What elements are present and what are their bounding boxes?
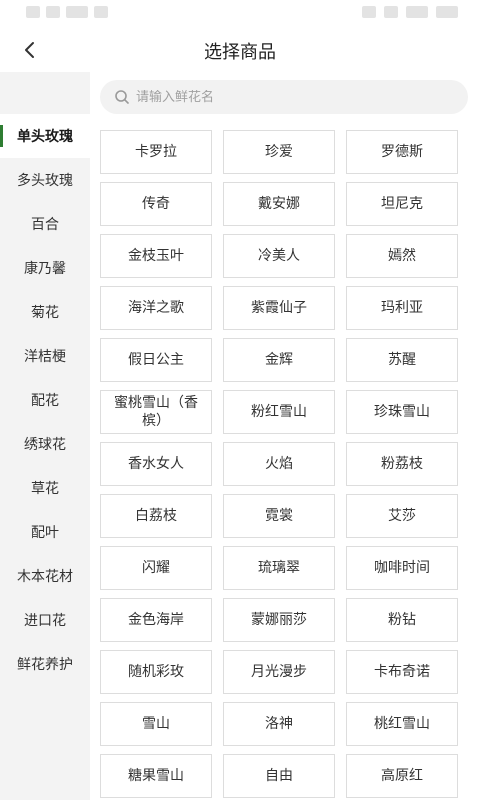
product-item[interactable]: 粉荔枝 xyxy=(346,442,458,486)
product-item[interactable]: 糖果雪山 xyxy=(100,754,212,798)
product-item[interactable]: 霓裳 xyxy=(223,494,335,538)
product-item[interactable]: 坦尼克 xyxy=(346,182,458,226)
product-item[interactable]: 蒙娜丽莎 xyxy=(223,598,335,642)
notification-icon xyxy=(362,6,376,18)
product-item[interactable]: 闪耀 xyxy=(100,546,212,590)
screen: 选择商品 单头玫瑰 多头玫瑰 百合 康乃馨 菊花 洋桔梗 配花 绣球花 草花 配叶 木本花材 进口花鲜… xyxy=(0,0,480,800)
product-item[interactable]: 传奇 xyxy=(100,182,212,226)
product-item[interactable]: 珍爱 xyxy=(223,130,335,174)
search-input[interactable] xyxy=(136,89,436,105)
product-item[interactable]: 粉红雪山 xyxy=(223,390,335,434)
sidebar-item[interactable]: 菊花 xyxy=(0,290,90,334)
product-panel: 卡罗拉珍爱罗德斯传奇戴安娜坦尼克金枝玉叶冷美人嫣然海洋之歌紫霞仙子玛利亚假日公主… xyxy=(90,72,480,800)
product-item[interactable]: 苏醒 xyxy=(346,338,458,382)
sidebar-item[interactable]: 百合 xyxy=(0,202,90,246)
product-grid: 卡罗拉 珍爱 罗德斯传奇 戴安娜 坦尼克金枝玉叶 冷美人 嫣然海洋之歌 紫霞仙子 玛利亚假日公主… xyxy=(100,130,458,798)
category-list: 单头玫瑰 多头玫瑰 百合 康乃馨 菊花 洋桔梗 配花 绣球花 草花 配叶 木本花材 进口花 鲜花养护 xyxy=(0,114,90,686)
product-item[interactable]: 雪山 xyxy=(100,702,212,746)
wifi-icon xyxy=(94,6,108,18)
search-bar[interactable] xyxy=(100,80,468,114)
sidebar-item[interactable]: 木本花材 xyxy=(0,554,90,598)
product-item[interactable]: 卡罗拉 xyxy=(100,130,212,174)
product-item[interactable]: 海洋之歌 xyxy=(100,286,212,330)
status-bar xyxy=(0,0,480,28)
header-bar: 选择商品 xyxy=(0,28,480,72)
sidebar-item[interactable]: 配叶 xyxy=(0,510,90,554)
product-item[interactable]: 洛神 xyxy=(223,702,335,746)
product-item[interactable]: 假日公主 xyxy=(100,338,212,382)
search-icon xyxy=(115,90,129,104)
product-item[interactable]: 卡布奇诺 xyxy=(346,650,458,694)
sidebar-item[interactable]: 多头玫瑰 xyxy=(0,158,90,202)
sidebar-item[interactable]: 配花 xyxy=(0,378,90,422)
product-item[interactable]: 咖啡时间 xyxy=(346,546,458,590)
product-item[interactable]: 冷美人 xyxy=(223,234,335,278)
battery-icon xyxy=(406,6,428,18)
product-item[interactable]: 紫霞仙子 xyxy=(223,286,335,330)
product-item[interactable]: 火焰 xyxy=(223,442,335,486)
product-item[interactable]: 艾莎 xyxy=(346,494,458,538)
product-item[interactable]: 金色海岸 xyxy=(100,598,212,642)
sidebar-item[interactable]: 洋桔梗 xyxy=(0,334,90,378)
product-item[interactable]: 香水女人 xyxy=(100,442,212,486)
sidebar-item[interactable]: 康乃馨 xyxy=(0,246,90,290)
sidebar-item[interactable]: 进口花 xyxy=(0,598,90,642)
signal-icon xyxy=(26,6,40,18)
sidebar-item[interactable]: 鲜花养护 xyxy=(0,642,90,686)
sidebar-item[interactable]: 草花 xyxy=(0,466,90,510)
sidebar-spacer xyxy=(0,72,90,114)
product-item[interactable]: 蜜桃雪山（香槟） xyxy=(100,390,212,434)
product-item[interactable]: 月光漫步 xyxy=(223,650,335,694)
product-item[interactable]: 玛利亚 xyxy=(346,286,458,330)
product-item[interactable]: 戴安娜 xyxy=(223,182,335,226)
alarm-icon xyxy=(384,6,398,18)
clock-icon xyxy=(436,6,458,18)
product-item[interactable]: 自由 xyxy=(223,754,335,798)
product-item[interactable]: 罗德斯 xyxy=(346,130,458,174)
status-right xyxy=(362,6,458,18)
product-item[interactable]: 粉钻 xyxy=(346,598,458,642)
product-item[interactable]: 嫣然 xyxy=(346,234,458,278)
product-item[interactable]: 高原红 xyxy=(346,754,458,798)
product-item[interactable]: 随机彩玫 xyxy=(100,650,212,694)
product-item[interactable]: 珍珠雪山 xyxy=(346,390,458,434)
product-item[interactable]: 金辉 xyxy=(223,338,335,382)
product-item[interactable]: 白荔枝 xyxy=(100,494,212,538)
product-item[interactable]: 桃红雪山 xyxy=(346,702,458,746)
product-item[interactable]: 琉璃翠 xyxy=(223,546,335,590)
signal-icon-2 xyxy=(46,6,60,18)
page-title: 选择商品 xyxy=(204,42,276,63)
sidebar-item[interactable]: 绣球花 xyxy=(0,422,90,466)
category-sidebar: 单头玫瑰 多头玫瑰 百合 康乃馨 菊花 洋桔梗 配花 绣球花 草花 配叶 木本花材 进口花 鲜花养护 xyxy=(0,72,90,800)
sidebar-item[interactable]: 单头玫瑰 xyxy=(0,114,90,158)
status-left xyxy=(26,6,108,18)
product-item[interactable]: 金枝玉叶 xyxy=(100,234,212,278)
network-icon xyxy=(66,6,88,18)
